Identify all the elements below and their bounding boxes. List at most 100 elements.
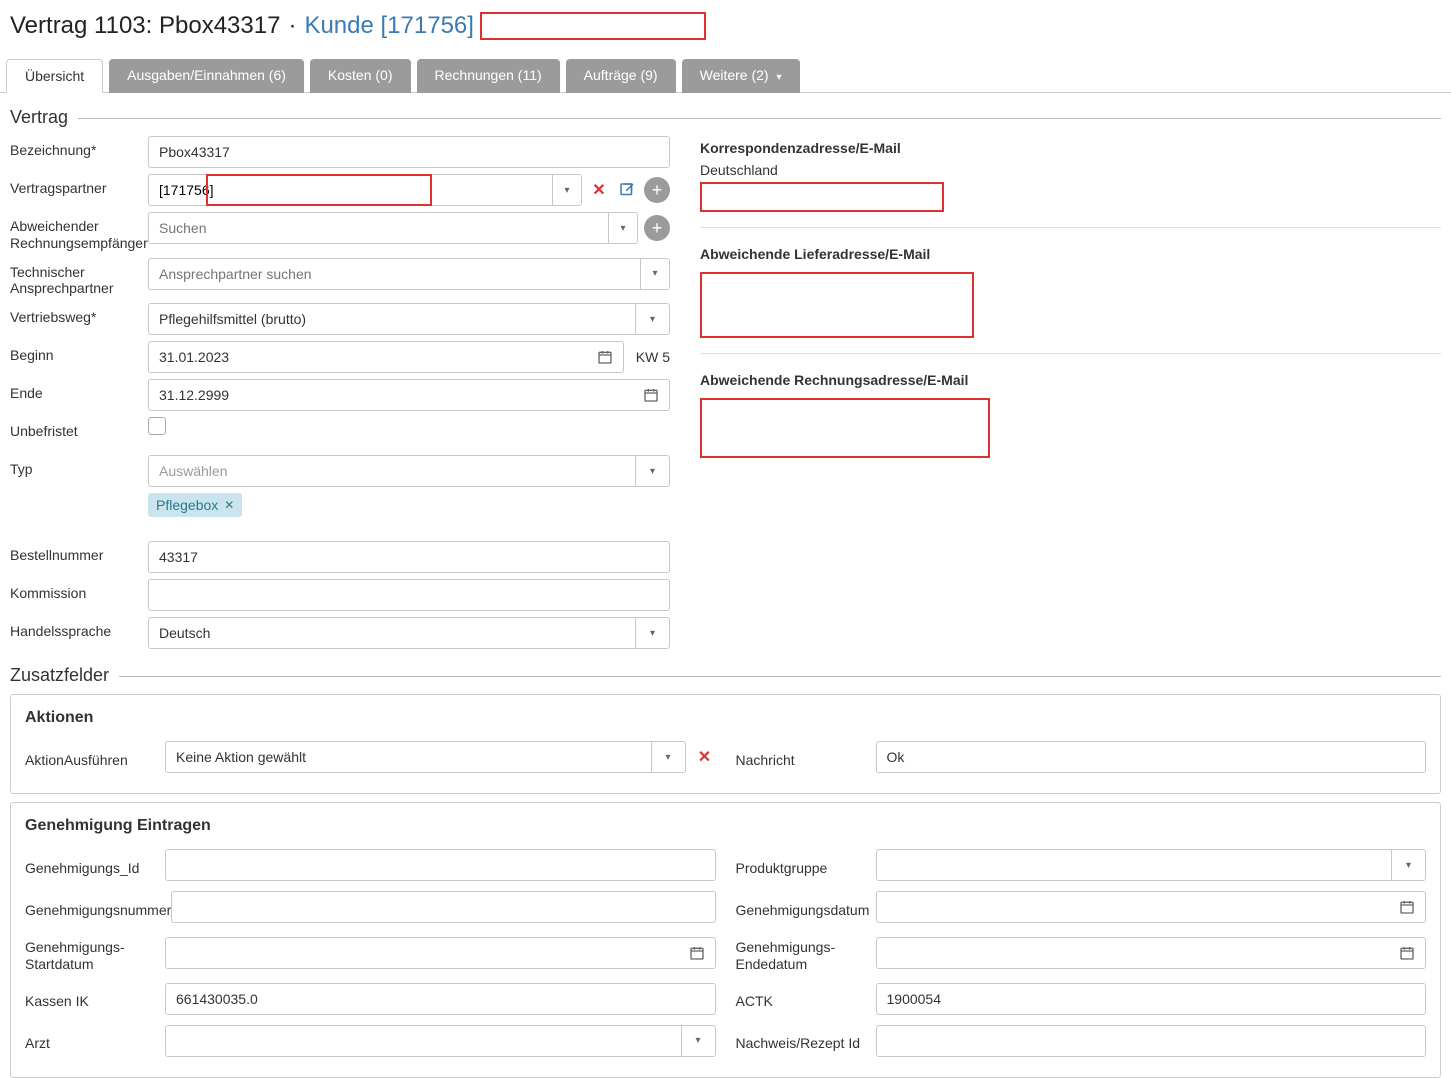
input-genehmigungs-id[interactable] [165, 849, 716, 881]
label-tech-ansprech: Technischer Ansprechpartner [10, 258, 148, 298]
chevron-down-icon: ▾ [635, 456, 659, 486]
tab-invoices[interactable]: Rechnungen (11) [417, 59, 560, 93]
chevron-down-icon: ▾ [635, 618, 659, 648]
checkbox-unbefristet[interactable] [148, 417, 166, 435]
customer-link[interactable]: Kunde [171756] [304, 12, 474, 40]
calendar-icon [1399, 899, 1415, 915]
input-nachweis-rezept-id[interactable] [876, 1025, 1427, 1057]
vertragspartner-dropdown-btn[interactable]: ▾ [552, 174, 582, 206]
tab-more[interactable]: Weitere (2) ▾ [682, 59, 800, 93]
input-abw-rechnung[interactable] [148, 212, 608, 244]
tag-remove-icon[interactable]: ✕ [224, 498, 234, 512]
label-genehmigungs-id: Genehmigungs_Id [25, 854, 165, 877]
tab-bar: Übersicht Ausgaben/Einnahmen (6) Kosten … [0, 58, 1451, 93]
label-nachweis-rezept-id: Nachweis/Rezept Id [736, 1029, 876, 1052]
label-vertragspartner: Vertragspartner [10, 174, 148, 197]
add-abw-rechnung-button[interactable]: + [644, 215, 670, 241]
chevron-down-icon: ▾ [635, 304, 659, 334]
input-kassen-ik[interactable] [165, 983, 716, 1015]
label-abw-rech-addr: Abweichende Rechnungsadresse/E-Mail [700, 372, 1441, 388]
date-ende[interactable]: 31.12.2999 [148, 379, 670, 411]
label-beginn: Beginn [10, 341, 148, 364]
tab-overview[interactable]: Übersicht [6, 59, 103, 93]
select-aktion[interactable]: Keine Aktion gewählt ▾ [165, 741, 686, 773]
calendar-icon [643, 387, 659, 403]
label-aktion-ausfuehren: AktionAusführen [25, 746, 165, 769]
label-bestellnummer: Bestellnummer [10, 541, 148, 564]
select-vertriebsweg[interactable]: Pflegehilfsmittel (brutto) ▾ [148, 303, 670, 335]
label-kassen-ik: Kassen IK [25, 987, 165, 1010]
input-nachricht[interactable] [876, 741, 1427, 773]
label-abw-rechnung: Abweichender Rechnungsempfänger [10, 212, 148, 252]
tab-orders[interactable]: Aufträge (9) [566, 59, 676, 93]
label-bezeichnung: Bezeichnung* [10, 136, 148, 159]
title-contract: Vertrag 1103: Pbox43317 [10, 12, 280, 40]
input-genehmigungsnummer[interactable] [171, 891, 715, 923]
clear-partner-icon[interactable]: ✕ [588, 179, 610, 201]
chevron-down-icon: ▾ [681, 1026, 705, 1056]
redacted-liefer [700, 272, 974, 338]
date-genehmigungs-ende[interactable] [876, 937, 1427, 969]
label-arzt: Arzt [25, 1029, 165, 1052]
label-handelssprache: Handelssprache [10, 617, 148, 640]
panel-aktionen-title: Aktionen [25, 709, 1426, 727]
panel-genehmigung: Genehmigung Eintragen Genehmigungs_Id Pr… [10, 802, 1441, 1078]
abw-rechnung-dropdown-btn[interactable]: ▾ [608, 212, 638, 244]
clear-aktion-icon[interactable]: ✕ [694, 746, 716, 768]
aktion-value: Keine Aktion gewählt [176, 749, 651, 765]
select-handelssprache[interactable]: Deutsch ▾ [148, 617, 670, 649]
title-separator: · [288, 12, 296, 40]
tech-ansprech-dropdown-btn[interactable]: ▾ [640, 258, 670, 290]
input-vertragspartner[interactable] [148, 174, 552, 206]
tab-more-label: Weitere (2) [700, 67, 769, 83]
label-korrespondenz: Korrespondenzadresse/E-Mail [700, 140, 1441, 156]
open-partner-icon[interactable] [616, 179, 638, 201]
label-typ: Typ [10, 455, 148, 478]
page-header: Vertrag 1103: Pbox43317 · Kunde [171756] [0, 0, 1451, 58]
page-title: Vertrag 1103: Pbox43317 · Kunde [171756] [10, 12, 1441, 40]
label-nachricht: Nachricht [736, 746, 876, 769]
add-partner-button[interactable]: + [644, 177, 670, 203]
handelssprache-value: Deutsch [159, 625, 635, 641]
date-genehmigungs-start[interactable] [165, 937, 716, 969]
tab-expenses[interactable]: Ausgaben/Einnahmen (6) [109, 59, 304, 93]
typ-placeholder: Auswählen [159, 463, 635, 479]
select-arzt[interactable]: ▾ [165, 1025, 716, 1057]
label-abw-liefer: Abweichende Lieferadresse/E-Mail [700, 246, 1441, 262]
section-extra-title: Zusatzfelder [10, 665, 1441, 686]
tag-label: Pflegebox [156, 497, 218, 513]
input-bezeichnung[interactable] [148, 136, 670, 168]
input-tech-ansprech[interactable] [148, 258, 640, 290]
input-actk[interactable] [876, 983, 1427, 1015]
label-genehmigungsnummer: Genehmigungsnummer [25, 896, 171, 919]
contract-form-left: Bezeichnung* Vertragspartner ▾ ✕ [10, 136, 670, 655]
vertriebsweg-value: Pflegehilfsmittel (brutto) [159, 311, 635, 327]
chevron-down-icon: ▾ [1391, 850, 1415, 880]
ende-value: 31.12.2999 [159, 387, 229, 403]
label-vertriebsweg: Vertriebsweg* [10, 303, 148, 326]
tab-costs[interactable]: Kosten (0) [310, 59, 411, 93]
date-genehmigungsdatum[interactable] [876, 891, 1427, 923]
label-unbefristet: Unbefristet [10, 417, 148, 440]
date-beginn[interactable]: 31.01.2023 [148, 341, 624, 373]
kw-label: KW 5 [636, 349, 670, 365]
label-produktgruppe: Produktgruppe [736, 854, 876, 877]
calendar-icon [689, 945, 705, 961]
calendar-icon [597, 349, 613, 365]
label-actk: ACTK [736, 987, 876, 1010]
panel-aktionen: Aktionen AktionAusführen Keine Aktion ge… [10, 694, 1441, 794]
chevron-down-icon: ▾ [776, 72, 781, 83]
redacted-korrespondenz [700, 182, 944, 212]
panel-genehmigung-title: Genehmigung Eintragen [25, 817, 1426, 835]
label-ende: Ende [10, 379, 148, 402]
input-kommission[interactable] [148, 579, 670, 611]
select-typ[interactable]: Auswählen ▾ [148, 455, 670, 487]
contract-addresses-right: Korrespondenzadresse/E-Mail Deutschland … [700, 136, 1441, 655]
label-kommission: Kommission [10, 579, 148, 602]
select-produktgruppe[interactable]: ▾ [876, 849, 1427, 881]
calendar-icon [1399, 945, 1415, 961]
korrespondenz-country: Deutschland [700, 162, 1441, 178]
label-genehmigungs-endedatum: Genehmigungs-Endedatum [736, 933, 876, 973]
redacted-rechnung [700, 398, 990, 458]
input-bestellnummer[interactable] [148, 541, 670, 573]
